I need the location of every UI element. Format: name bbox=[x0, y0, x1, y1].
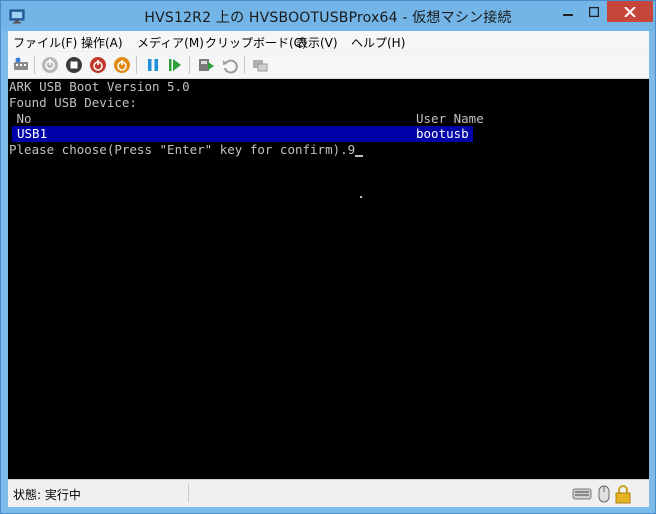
lock-icon[interactable] bbox=[613, 484, 633, 504]
maximize-button[interactable] bbox=[581, 1, 607, 22]
console-prompt: Please choose(Press "Enter" key for conf… bbox=[9, 142, 364, 158]
toolbar-separator bbox=[189, 56, 190, 74]
status-separator bbox=[188, 484, 189, 502]
prompt-text: Please choose(Press "Enter" key for conf… bbox=[9, 142, 356, 157]
title-bar[interactable]: HVS12R2 上の HVSBOOTUSBProx64 - 仮想マシン接続 bbox=[1, 1, 655, 31]
save-icon[interactable] bbox=[113, 56, 131, 74]
menu-help[interactable]: ヘルプ(H) bbox=[351, 34, 405, 51]
close-icon bbox=[607, 7, 653, 17]
close-button[interactable] bbox=[607, 1, 653, 22]
minimize-button[interactable] bbox=[555, 1, 581, 22]
mouse-icon[interactable] bbox=[596, 484, 612, 504]
text-cursor bbox=[355, 155, 364, 157]
mouse-pointer-dot bbox=[360, 196, 362, 198]
menu-clipboard[interactable]: クリップボード(C) bbox=[205, 34, 307, 51]
maximize-icon bbox=[581, 7, 607, 17]
shutdown-icon[interactable] bbox=[89, 56, 107, 74]
toolbar-separator bbox=[136, 56, 137, 74]
menu-file[interactable]: ファイル(F) bbox=[13, 34, 77, 51]
vm-connection-window: HVS12R2 上の HVSBOOTUSBProx64 - 仮想マシン接続 ファ… bbox=[0, 0, 656, 514]
turn-off-icon[interactable] bbox=[65, 56, 83, 74]
ctrl-alt-del-icon[interactable] bbox=[12, 56, 30, 74]
status-text: 状態: 実行中 bbox=[13, 488, 81, 502]
start-icon[interactable] bbox=[41, 56, 59, 74]
menu-action[interactable]: 操作(A) bbox=[81, 34, 123, 51]
menu-bar: ファイル(F) 操作(A) メディア(M) クリップボード(C) 表示(V) ヘ… bbox=[8, 31, 649, 51]
device-row-user-name[interactable]: bootusb bbox=[416, 126, 469, 142]
revert-icon[interactable] bbox=[221, 56, 239, 74]
selected-row-highlight bbox=[12, 126, 473, 142]
resume-icon[interactable] bbox=[166, 56, 184, 74]
pause-icon[interactable] bbox=[144, 56, 162, 74]
menu-media[interactable]: メディア(M) bbox=[137, 34, 204, 51]
client-area: ファイル(F) 操作(A) メディア(M) クリップボード(C) 表示(V) ヘ… bbox=[8, 31, 649, 507]
keyboard-icon[interactable] bbox=[572, 484, 592, 504]
enhanced-session-icon[interactable] bbox=[251, 56, 269, 74]
menu-view[interactable]: 表示(V) bbox=[296, 34, 338, 51]
toolbar-separator bbox=[244, 56, 245, 74]
column-header-no: No bbox=[9, 111, 32, 126]
checkpoint-icon[interactable] bbox=[197, 56, 215, 74]
toolbar-separator bbox=[34, 56, 35, 74]
vm-console-screen[interactable]: ARK USB Boot Version 5.0 Found USB Devic… bbox=[8, 79, 649, 479]
console-line-found: Found USB Device: bbox=[9, 95, 137, 110]
status-bar: 状態: 実行中 bbox=[8, 479, 649, 507]
toolbar bbox=[8, 52, 649, 79]
device-row-no[interactable]: USB1 bbox=[17, 126, 47, 142]
minimize-icon bbox=[555, 7, 581, 17]
column-header-user-name: User Name bbox=[416, 111, 484, 126]
console-line-version: ARK USB Boot Version 5.0 bbox=[9, 79, 190, 94]
